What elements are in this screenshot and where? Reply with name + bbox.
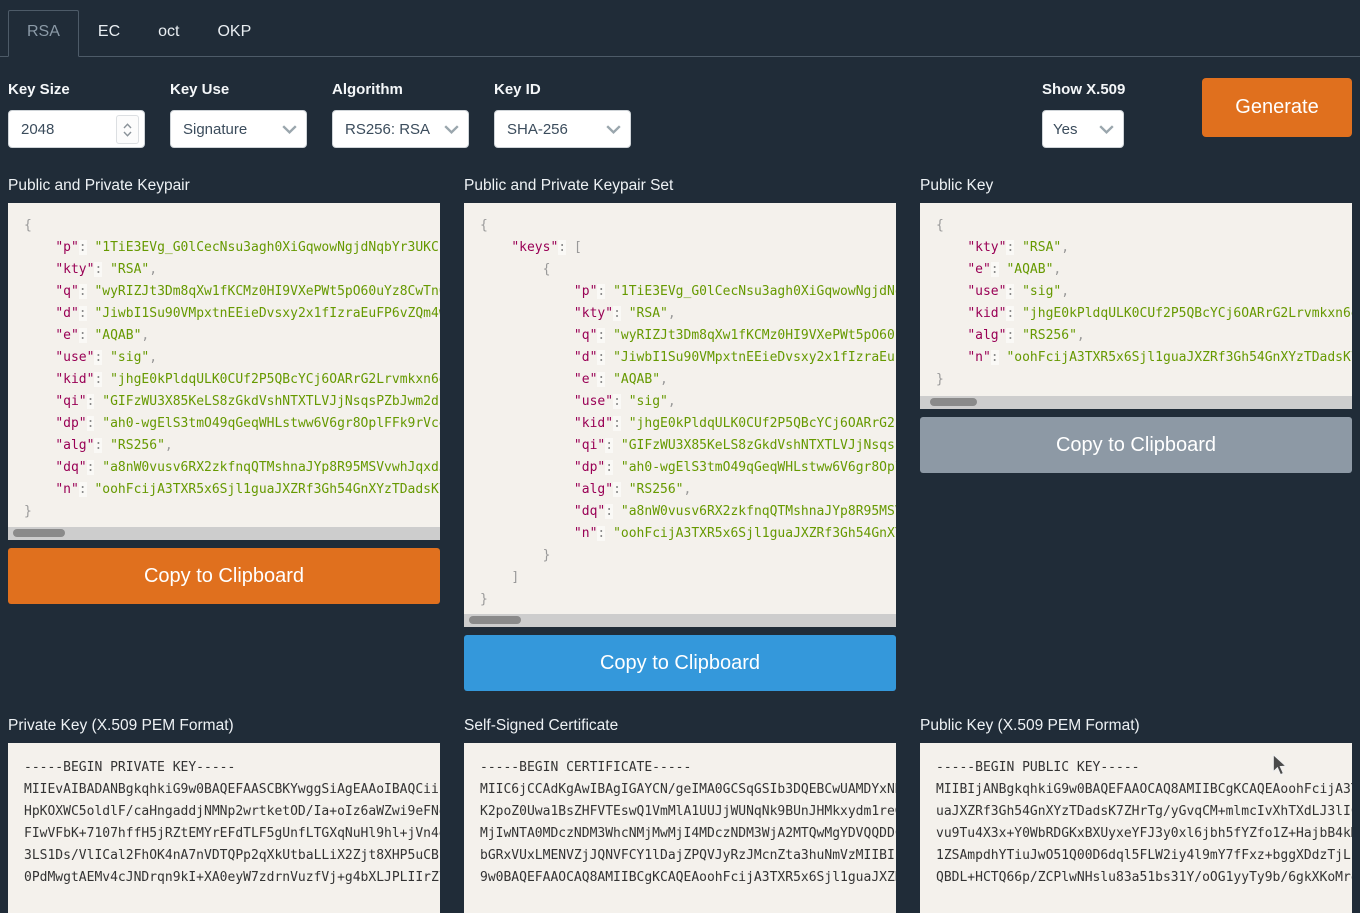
tab-oct[interactable]: oct bbox=[139, 10, 198, 57]
panel-self-signed-cert: Self-Signed Certificate -----BEGIN CERTI… bbox=[464, 717, 896, 913]
scrollbar-thumb[interactable] bbox=[13, 529, 65, 537]
private-key-pem-text: -----BEGIN PRIVATE KEY----- MIIEvAIBADAN… bbox=[8, 743, 440, 901]
scrollbar-thumb[interactable] bbox=[469, 616, 521, 624]
key-use-select[interactable]: Signature bbox=[170, 110, 307, 148]
panel-keypair-set: Public and Private Keypair Set { "keys":… bbox=[464, 177, 896, 691]
panel-public-key-title: Public Key bbox=[920, 177, 1352, 195]
chevron-down-icon bbox=[444, 125, 459, 134]
keypair-set-code-block: { "keys": [ { "p": "1TiE3EVg_G0lCecNsu3a… bbox=[464, 203, 896, 627]
keypair-code-block: { "p": "1TiE3EVg_G0lCecNsu3agh0XiGqwowNg… bbox=[8, 203, 440, 540]
algorithm-select[interactable]: RS256: RSA bbox=[332, 110, 469, 148]
panel-private-key-pem: Private Key (X.509 PEM Format) -----BEGI… bbox=[8, 717, 440, 913]
keypair-set-json: { "keys": [ { "p": "1TiE3EVg_G0lCecNsu3a… bbox=[464, 203, 896, 623]
chevron-down-icon bbox=[282, 125, 297, 134]
chevron-down-icon bbox=[1099, 125, 1114, 134]
key-id-label: Key ID bbox=[494, 82, 631, 97]
algorithm-value: RS256: RSA bbox=[345, 121, 430, 138]
algorithm-group: Algorithm RS256: RSA bbox=[332, 82, 469, 148]
self-signed-cert-title: Self-Signed Certificate bbox=[464, 717, 896, 735]
private-key-pem-title: Private Key (X.509 PEM Format) bbox=[8, 717, 440, 735]
key-use-label: Key Use bbox=[170, 82, 307, 97]
results-grid: Public and Private Keypair { "p": "1TiE3… bbox=[8, 177, 1352, 913]
copy-keypair-button[interactable]: Copy to Clipboard bbox=[8, 548, 440, 604]
show-x509-group: Show X.509 Yes bbox=[1042, 82, 1124, 148]
chevron-down-icon bbox=[606, 125, 621, 134]
private-key-pem-block: -----BEGIN PRIVATE KEY----- MIIEvAIBADAN… bbox=[8, 743, 440, 913]
key-type-tabs: RSA EC oct OKP bbox=[0, 10, 1360, 57]
key-id-value: SHA-256 bbox=[507, 121, 568, 138]
key-id-group: Key ID SHA-256 bbox=[494, 82, 631, 148]
public-key-code-block: { "kty": "RSA", "e": "AQAB", "use": "sig… bbox=[920, 203, 1352, 409]
panel-keypair-set-title: Public and Private Keypair Set bbox=[464, 177, 896, 195]
show-x509-select[interactable]: Yes bbox=[1042, 110, 1124, 148]
key-size-input[interactable]: 2048 bbox=[8, 110, 145, 148]
algorithm-label: Algorithm bbox=[332, 82, 469, 97]
tab-okp[interactable]: OKP bbox=[198, 10, 270, 57]
panel-keypair-title: Public and Private Keypair bbox=[8, 177, 440, 195]
mouse-cursor-icon bbox=[1272, 754, 1288, 776]
tab-rsa[interactable]: RSA bbox=[8, 10, 79, 57]
panel-public-key: Public Key { "kty": "RSA", "e": "AQAB", … bbox=[920, 177, 1352, 473]
self-signed-cert-text: -----BEGIN CERTIFICATE----- MIIC6jCCAdKg… bbox=[464, 743, 896, 901]
public-key-json: { "kty": "RSA", "e": "AQAB", "use": "sig… bbox=[920, 203, 1352, 403]
show-x509-label: Show X.509 bbox=[1042, 82, 1124, 97]
key-id-select[interactable]: SHA-256 bbox=[494, 110, 631, 148]
key-size-group: Key Size 2048 bbox=[8, 82, 145, 148]
self-signed-cert-block: -----BEGIN CERTIFICATE----- MIIC6jCCAdKg… bbox=[464, 743, 896, 913]
stepper-down-icon bbox=[123, 131, 132, 137]
generate-button[interactable]: Generate bbox=[1202, 78, 1352, 137]
copy-public-key-button[interactable]: Copy to Clipboard bbox=[920, 417, 1352, 473]
public-key-pem-title: Public Key (X.509 PEM Format) bbox=[920, 717, 1352, 735]
key-size-label: Key Size bbox=[8, 82, 145, 97]
show-x509-value: Yes bbox=[1053, 121, 1077, 138]
scrollbar-thumb[interactable] bbox=[930, 398, 977, 406]
copy-keypair-set-button[interactable]: Copy to Clipboard bbox=[464, 635, 896, 691]
number-stepper[interactable] bbox=[116, 115, 139, 144]
tab-ec[interactable]: EC bbox=[79, 10, 139, 57]
keypair-json: { "p": "1TiE3EVg_G0lCecNsu3agh0XiGqwowNg… bbox=[8, 203, 440, 535]
horizontal-scrollbar bbox=[920, 396, 1352, 409]
panel-public-key-pem: Public Key (X.509 PEM Format) -----BEGIN… bbox=[920, 717, 1352, 913]
key-use-value: Signature bbox=[183, 121, 247, 138]
key-size-value: 2048 bbox=[21, 121, 54, 138]
horizontal-scrollbar bbox=[464, 614, 896, 627]
panel-keypair: Public and Private Keypair { "p": "1TiE3… bbox=[8, 177, 440, 604]
stepper-up-icon bbox=[123, 123, 132, 129]
key-use-group: Key Use Signature bbox=[170, 82, 307, 148]
horizontal-scrollbar bbox=[8, 527, 440, 540]
